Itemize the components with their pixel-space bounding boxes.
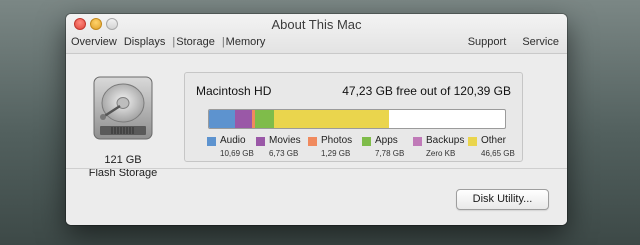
legend-label: Other [481,135,507,146]
legend-label: Backups [426,135,465,146]
legend-size: 10,69 GB [220,149,254,158]
legend-label: Apps [375,135,398,146]
toolbar-right: Support Service [455,36,559,48]
about-this-mac-window: About This Mac Overview Displays |Storage |… [66,14,567,225]
tab-separator: | [172,36,176,48]
tab-displays[interactable]: Displays [124,36,166,48]
legend-size: 6,73 GB [269,149,299,158]
legend-size: 46,65 GB [481,149,515,158]
legend-label: Movies [269,135,301,146]
divider [66,168,567,169]
legend-size: Zero KB [426,149,456,158]
volume-name: Macintosh HD [196,84,272,98]
usage-segment-movies [235,110,252,128]
support-link[interactable]: Support [468,36,507,48]
legend-swatch [308,137,317,146]
usage-segment-apps [255,110,275,128]
tab-storage[interactable]: Storage [176,36,215,48]
storage-legend: Audio 10,69 GB Movies 6,73 GB Photos 1,2… [207,135,515,161]
volume-free-space: 47,23 GB free out of 120,39 GB [342,84,511,98]
usage-segment-other [274,110,389,128]
legend-size: 7,78 GB [375,149,405,158]
storage-usage-bar [208,109,506,129]
legend-label: Photos [321,135,353,146]
legend-label: Audio [220,135,246,146]
usage-segment-audio [209,110,236,128]
legend-swatch [362,137,371,146]
drive-capacity: 121 GB [104,154,142,166]
volume-panel: Macintosh HD 47,23 GB free out of 120,39… [184,72,523,162]
disk-utility-button[interactable]: Disk Utility... [456,189,549,210]
hard-drive-icon [90,75,156,141]
tab-bar: Overview Displays |Storage |Memory [71,36,272,48]
legend-swatch [468,137,477,146]
storage-pane: 121 GB Flash Storage Macintosh HD 47,23 … [66,55,567,225]
service-link[interactable]: Service [522,36,559,48]
tab-overview[interactable]: Overview [71,36,117,48]
title-bar: About This Mac Overview Displays |Storage |… [66,14,567,54]
drive-description: 121 GB Flash Storage [78,154,168,180]
window-title: About This Mac [271,17,362,32]
legend-swatch [256,137,265,146]
legend-swatch [207,137,216,146]
legend-swatch [413,137,422,146]
legend-size: 1,29 GB [321,149,351,158]
tab-separator: | [221,36,225,48]
tab-memory[interactable]: Memory [226,36,266,48]
